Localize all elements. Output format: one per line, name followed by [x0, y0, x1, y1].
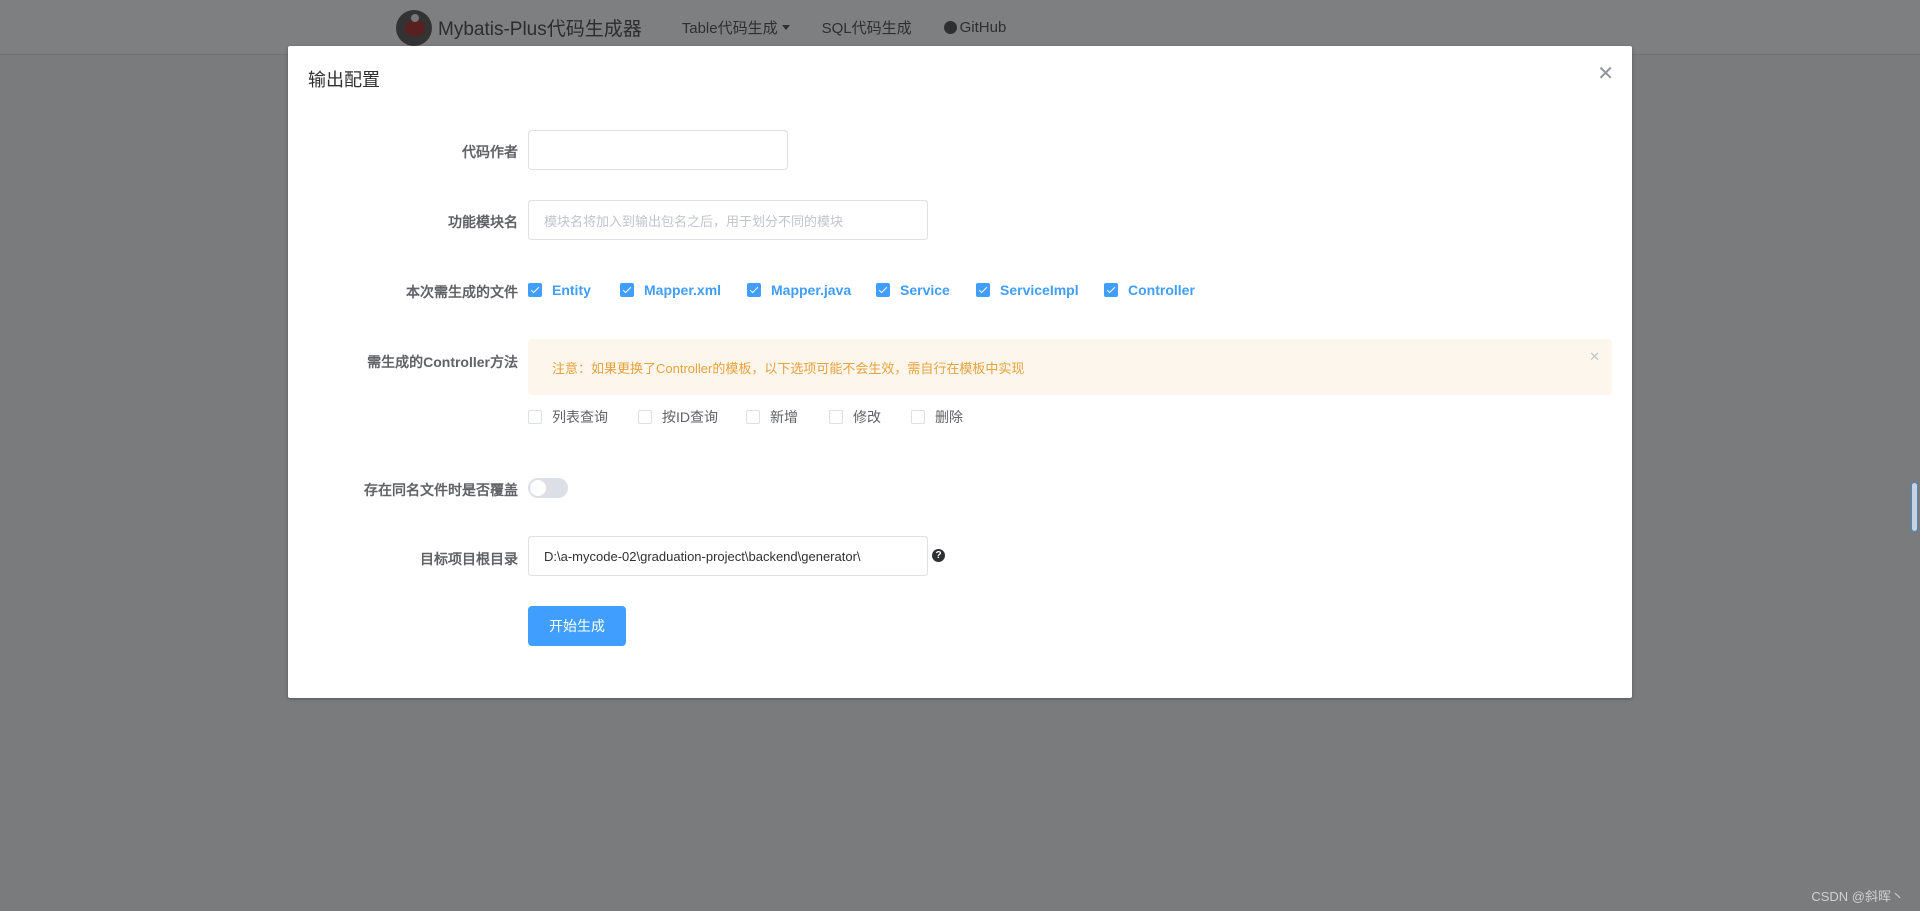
checkbox-mapper-java[interactable]: Mapper.java	[747, 282, 851, 298]
scrollbar-thumb[interactable]	[1911, 482, 1918, 532]
checkbox-icon	[746, 410, 760, 424]
checkbox-serviceimpl[interactable]: ServiceImpl	[976, 282, 1079, 298]
checkbox-edit[interactable]: 修改	[829, 407, 881, 427]
checkbox-icon	[829, 410, 843, 424]
github-icon	[943, 21, 957, 34]
controller-methods-label: 需生成的Controller方法	[367, 354, 518, 370]
dialog-title: 输出配置	[308, 70, 380, 90]
start-generate-button[interactable]: 开始生成	[528, 606, 626, 646]
alert-close-icon[interactable]: ✕	[1589, 349, 1600, 365]
checkbox-checked-icon	[528, 283, 542, 297]
overwrite-switch[interactable]	[528, 478, 568, 498]
module-input[interactable]: 模块名将加入到输出包名之后，用于划分不同的模块	[528, 200, 928, 240]
checkbox-icon	[528, 410, 542, 424]
brand[interactable]: Mybatis-Plus代码生成器	[396, 9, 642, 46]
nav-table-codegen[interactable]: Table代码生成	[682, 17, 790, 38]
checkbox-checked-icon	[1104, 283, 1118, 297]
author-label: 代码作者	[462, 144, 518, 160]
caret-down-icon	[781, 25, 790, 30]
checkbox-entity[interactable]: Entity	[528, 282, 591, 298]
checkbox-checked-icon	[620, 283, 634, 297]
output-config-dialog: 输出配置 ✕ 代码作者 功能模块名 模块名将加入到输出包名之后，用于划分不同的模…	[288, 46, 1632, 698]
checkbox-checked-icon	[976, 283, 990, 297]
alert-text: 注意：如果更换了Controller的模板，以下选项可能不会生效，需自行在模板中…	[552, 360, 1025, 376]
switch-knob	[530, 480, 546, 496]
warning-alert: 注意：如果更换了Controller的模板，以下选项可能不会生效，需自行在模板中…	[528, 339, 1612, 395]
checkbox-icon	[911, 410, 925, 424]
checkbox-list-query[interactable]: 列表查询	[528, 407, 608, 427]
checkbox-service[interactable]: Service	[876, 282, 950, 298]
logo-icon	[396, 9, 432, 46]
close-icon[interactable]: ✕	[1597, 64, 1614, 84]
nav-sql-codegen[interactable]: SQL代码生成	[822, 17, 912, 38]
brand-title: Mybatis-Plus代码生成器	[438, 19, 642, 40]
files-label: 本次需生成的文件	[406, 284, 518, 300]
target-dir-label: 目标项目根目录	[420, 551, 518, 567]
checkbox-checked-icon	[747, 283, 761, 297]
overwrite-label: 存在同名文件时是否覆盖	[364, 482, 518, 498]
watermark: CSDN @斜晖丶	[1811, 889, 1904, 904]
nav-github[interactable]: GitHub	[943, 19, 1006, 36]
module-label: 功能模块名	[448, 214, 518, 230]
checkbox-add[interactable]: 新增	[746, 407, 798, 427]
checkbox-checked-icon	[876, 283, 890, 297]
author-input[interactable]	[528, 130, 788, 170]
checkbox-delete[interactable]: 删除	[911, 407, 963, 427]
question-icon[interactable]: ?	[932, 549, 945, 562]
checkbox-query-by-id[interactable]: 按ID查询	[638, 407, 718, 427]
checkbox-mapper-xml[interactable]: Mapper.xml	[620, 282, 721, 298]
target-dir-input[interactable]: D:\a-mycode-02\graduation-project\backen…	[528, 536, 928, 576]
checkbox-icon	[638, 410, 652, 424]
checkbox-controller[interactable]: Controller	[1104, 282, 1195, 298]
